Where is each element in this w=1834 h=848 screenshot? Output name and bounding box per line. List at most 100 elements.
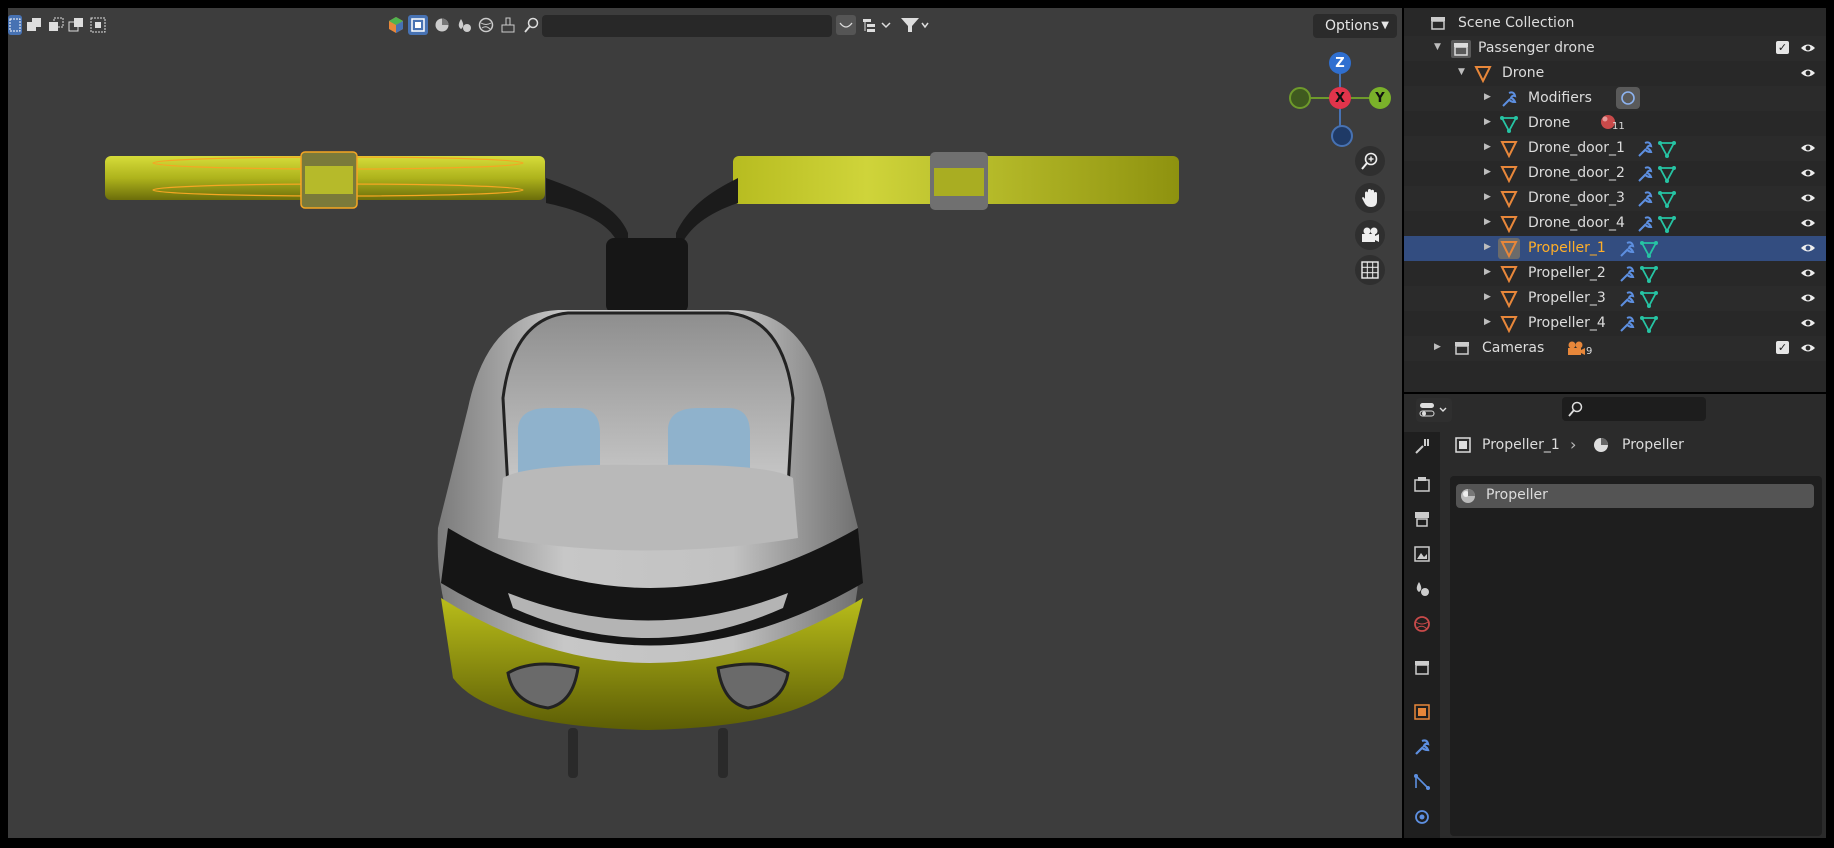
expand-arrow-icon[interactable]: ▶ bbox=[1484, 192, 1491, 202]
mesh-icon[interactable] bbox=[1658, 140, 1676, 158]
particles-tab-icon[interactable] bbox=[1410, 770, 1434, 794]
camera-view-icon[interactable] bbox=[1355, 220, 1385, 250]
wrench-icon[interactable] bbox=[1636, 215, 1654, 233]
wrench-icon[interactable] bbox=[1618, 290, 1636, 308]
gizmo-neg-z-axis[interactable] bbox=[1331, 125, 1353, 147]
outliner-row-drone-door-1[interactable]: ▶ Drone_door_1 bbox=[1404, 136, 1826, 161]
eye-icon[interactable] bbox=[1800, 166, 1816, 180]
exclude-checkbox[interactable]: ✓ bbox=[1776, 341, 1789, 354]
outliner-item-label: Propeller_2 bbox=[1528, 265, 1606, 281]
eye-icon[interactable] bbox=[1800, 141, 1816, 155]
outliner-row-drone[interactable]: ▼ Drone bbox=[1404, 61, 1826, 86]
collection-tab-icon[interactable] bbox=[1410, 656, 1434, 680]
expand-arrow-icon[interactable]: ▶ bbox=[1484, 117, 1491, 127]
outliner-panel[interactable]: Scene Collection ▼ Passenger drone ✓ ▼ D… bbox=[1404, 8, 1826, 392]
exclude-checkbox[interactable]: ✓ bbox=[1776, 41, 1789, 54]
eye-icon[interactable] bbox=[1800, 41, 1816, 55]
outliner-row-passenger-drone[interactable]: ▼ Passenger drone ✓ bbox=[1404, 36, 1826, 61]
modifier-tab-icon[interactable] bbox=[1410, 735, 1434, 759]
mesh-icon[interactable] bbox=[1640, 240, 1658, 258]
properties-search-input[interactable] bbox=[1562, 397, 1706, 421]
outliner-row-propeller-2[interactable]: ▶ Propeller_2 bbox=[1404, 261, 1826, 286]
mesh-icon bbox=[1500, 116, 1518, 133]
wrench-icon[interactable] bbox=[1618, 265, 1636, 283]
editor-type-dropdown[interactable] bbox=[1416, 398, 1452, 422]
mesh-icon[interactable] bbox=[1640, 315, 1658, 333]
subdivision-modifier-icon[interactable] bbox=[1616, 87, 1640, 109]
outliner-item-label: Drone_door_1 bbox=[1528, 140, 1625, 156]
gizmo-z-axis[interactable]: Z bbox=[1329, 52, 1351, 74]
expand-arrow-icon[interactable]: ▶ bbox=[1484, 167, 1491, 177]
outliner-item-label: Propeller_4 bbox=[1528, 315, 1606, 331]
wrench-icon[interactable] bbox=[1618, 240, 1636, 258]
object-tab-icon[interactable] bbox=[1410, 700, 1434, 724]
eye-icon[interactable] bbox=[1800, 266, 1816, 280]
gizmo-y-label: Y bbox=[1375, 90, 1385, 106]
expand-arrow-icon[interactable]: ▶ bbox=[1434, 342, 1441, 352]
wrench-icon[interactable] bbox=[1636, 140, 1654, 158]
zoom-icon[interactable] bbox=[1355, 146, 1385, 176]
wrench-icon bbox=[1502, 91, 1517, 107]
physics-tab-icon[interactable] bbox=[1410, 805, 1434, 829]
scene-tab-icon[interactable] bbox=[1410, 577, 1434, 601]
eye-icon[interactable] bbox=[1800, 191, 1816, 205]
expand-arrow-icon[interactable]: ▼ bbox=[1458, 67, 1465, 77]
object-icon bbox=[1500, 166, 1518, 183]
drone-model[interactable] bbox=[8, 8, 1402, 838]
view-layer-tab-icon[interactable] bbox=[1410, 542, 1434, 566]
eye-icon[interactable] bbox=[1800, 241, 1816, 255]
eye-icon[interactable] bbox=[1800, 316, 1816, 330]
outliner-item-label: Propeller_1 bbox=[1528, 240, 1606, 256]
expand-arrow-icon[interactable]: ▶ bbox=[1484, 267, 1491, 277]
mesh-icon[interactable] bbox=[1640, 290, 1658, 308]
expand-arrow-icon[interactable]: ▶ bbox=[1484, 92, 1491, 102]
gizmo-x-axis[interactable]: X bbox=[1329, 87, 1351, 109]
expand-arrow-icon[interactable]: ▶ bbox=[1484, 242, 1491, 252]
gizmo-z-label: Z bbox=[1335, 55, 1345, 71]
wrench-icon[interactable] bbox=[1636, 165, 1654, 183]
material-slot-item[interactable]: Propeller bbox=[1456, 484, 1814, 508]
outliner-row-drone-door-3[interactable]: ▶ Drone_door_3 bbox=[1404, 186, 1826, 211]
wrench-icon[interactable] bbox=[1618, 315, 1636, 333]
mesh-icon[interactable] bbox=[1658, 215, 1676, 233]
eye-icon[interactable] bbox=[1800, 341, 1816, 355]
expand-arrow-icon[interactable]: ▶ bbox=[1484, 292, 1491, 302]
mesh-icon[interactable] bbox=[1658, 190, 1676, 208]
outliner-row-modifiers[interactable]: ▶ Modifiers bbox=[1404, 86, 1826, 111]
search-icon bbox=[1568, 401, 1583, 417]
grid-view-icon[interactable] bbox=[1355, 255, 1385, 285]
material-slot-list[interactable] bbox=[1450, 476, 1822, 836]
mesh-icon[interactable] bbox=[1640, 265, 1658, 283]
tool-tab-icon[interactable] bbox=[1410, 434, 1434, 458]
render-tab-icon[interactable] bbox=[1410, 472, 1434, 496]
outliner-item-label: Passenger drone bbox=[1478, 40, 1595, 56]
eye-icon[interactable] bbox=[1800, 216, 1816, 230]
gizmo-y-axis[interactable]: Y bbox=[1369, 87, 1391, 109]
gizmo-neg-y-axis[interactable] bbox=[1289, 87, 1311, 109]
gizmo-x-label: X bbox=[1334, 90, 1346, 106]
outliner-row-drone-door-2[interactable]: ▶ Drone_door_2 bbox=[1404, 161, 1826, 186]
eye-icon[interactable] bbox=[1800, 291, 1816, 305]
3d-viewport[interactable]: Options ▼ Z X Y bbox=[8, 8, 1402, 838]
material-icon bbox=[1594, 438, 1608, 452]
eye-icon[interactable] bbox=[1800, 66, 1816, 80]
wrench-icon[interactable] bbox=[1636, 190, 1654, 208]
outliner-row-cameras[interactable]: ▶ Cameras 9 ✓ bbox=[1404, 336, 1826, 361]
expand-arrow-icon[interactable]: ▶ bbox=[1484, 142, 1491, 152]
properties-panel[interactable]: Propeller_1 › Propeller Propeller bbox=[1404, 394, 1826, 838]
object-icon bbox=[1500, 291, 1518, 308]
output-tab-icon[interactable] bbox=[1410, 507, 1434, 531]
outliner-row-propeller-1[interactable]: ▶ Propeller_1 bbox=[1404, 236, 1826, 261]
outliner-item-label: Drone_door_3 bbox=[1528, 190, 1625, 206]
expand-arrow-icon[interactable]: ▶ bbox=[1484, 317, 1491, 327]
scene-collection-row[interactable]: Scene Collection bbox=[1404, 11, 1826, 36]
hand-pan-icon[interactable] bbox=[1355, 183, 1385, 213]
world-tab-icon[interactable] bbox=[1410, 612, 1434, 636]
expand-arrow-icon[interactable]: ▶ bbox=[1484, 217, 1491, 227]
expand-arrow-icon[interactable]: ▼ bbox=[1434, 42, 1441, 52]
mesh-icon[interactable] bbox=[1658, 165, 1676, 183]
outliner-row-propeller-4[interactable]: ▶ Propeller_4 bbox=[1404, 311, 1826, 336]
outliner-row-drone-mesh[interactable]: ▶ Drone 11 bbox=[1404, 111, 1826, 136]
outliner-row-drone-door-4[interactable]: ▶ Drone_door_4 bbox=[1404, 211, 1826, 236]
outliner-row-propeller-3[interactable]: ▶ Propeller_3 bbox=[1404, 286, 1826, 311]
